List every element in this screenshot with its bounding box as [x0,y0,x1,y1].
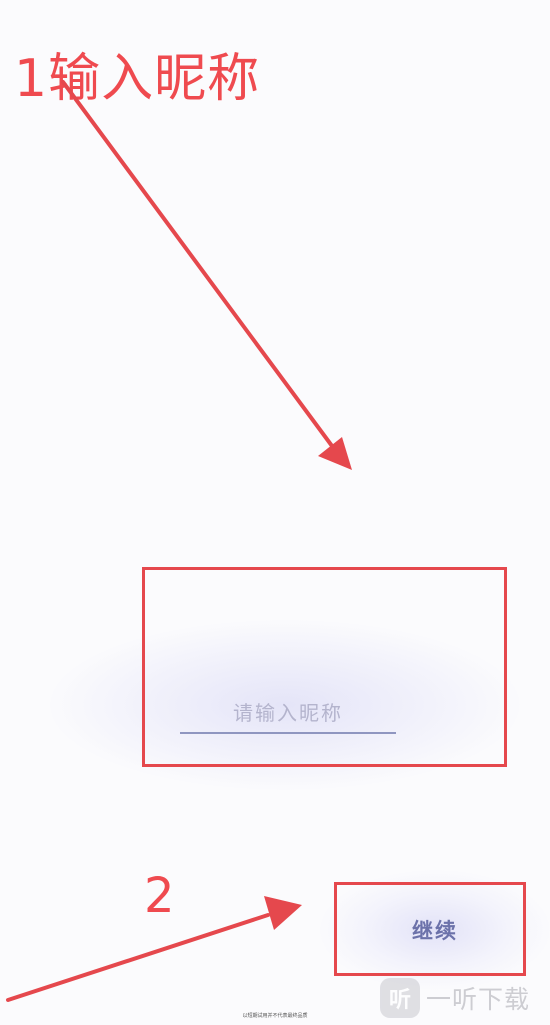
screen: 1输入昵称 2 继续 以短期试用并不代表最终品质 听 一听下载 [0,0,550,1025]
watermark-logo-icon: 听 [380,978,420,1018]
continue-button[interactable]: 继续 [360,904,510,956]
annotation-step2-label: 2 [144,868,175,924]
watermark-text: 一听下载 [426,985,531,1014]
annotation-arrows [6,80,352,1002]
arrow-icon [61,80,352,470]
watermark: 听 一听下载 [380,976,530,1020]
highlight-box-input [142,567,507,767]
annotation-step1-label: 1输入昵称 [14,49,261,109]
nickname-input[interactable] [180,694,396,734]
